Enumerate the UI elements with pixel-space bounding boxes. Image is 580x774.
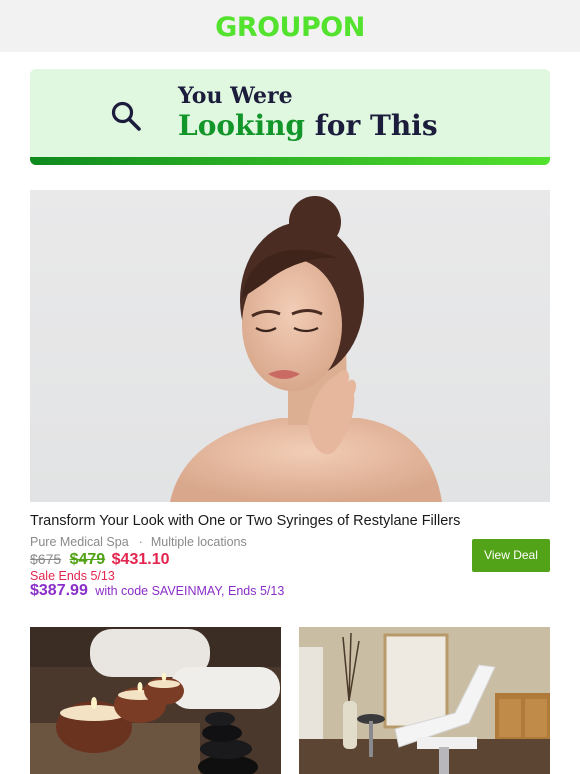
deal-location: Multiple locations	[150, 535, 247, 549]
regular-price: $479	[69, 551, 106, 568]
sale-ends-text: Sale Ends 5/13	[30, 569, 115, 583]
header-bar: GROUPON	[0, 0, 580, 52]
promo-code-text: with code SAVEINMAY, Ends 5/13	[95, 584, 285, 598]
banner-line-1: You Were	[178, 83, 293, 109]
banner-green-stripe	[30, 157, 550, 165]
woman-portrait-illustration	[170, 196, 442, 502]
deal-title[interactable]: Transform Your Look with One or Two Syri…	[30, 513, 550, 529]
medspa-room-thumbnail[interactable]	[299, 627, 550, 774]
promo-code-row: $387.99 with code SAVEINMAY, Ends 5/13	[30, 582, 284, 600]
price-row: $675 $479 $431.10	[30, 551, 170, 569]
spa-deal-thumbnail[interactable]	[30, 627, 281, 774]
promo-price: $387.99	[30, 582, 88, 599]
meta-separator: ·	[138, 535, 143, 549]
banner-highlight-word: Looking	[178, 109, 306, 142]
spa-candles-stones-image	[30, 627, 281, 774]
merchant-name: Pure Medical Spa	[30, 535, 129, 549]
treatment-room-image	[299, 627, 550, 774]
looking-for-this-banner[interactable]: You Were Looking for This	[30, 69, 550, 165]
banner-rest-text: for This	[314, 109, 438, 142]
sale-price: $431.10	[111, 551, 170, 568]
deal-merchant-info: Pure Medical Spa · Multiple locations	[30, 535, 247, 549]
original-price: $675	[30, 551, 62, 567]
groupon-logo[interactable]: GROUPON	[0, 12, 580, 43]
view-deal-button[interactable]: View Deal	[472, 539, 550, 572]
search-icon	[111, 101, 141, 131]
deal-hero-image[interactable]	[30, 190, 550, 502]
banner-line-2: Looking for This	[178, 109, 438, 142]
